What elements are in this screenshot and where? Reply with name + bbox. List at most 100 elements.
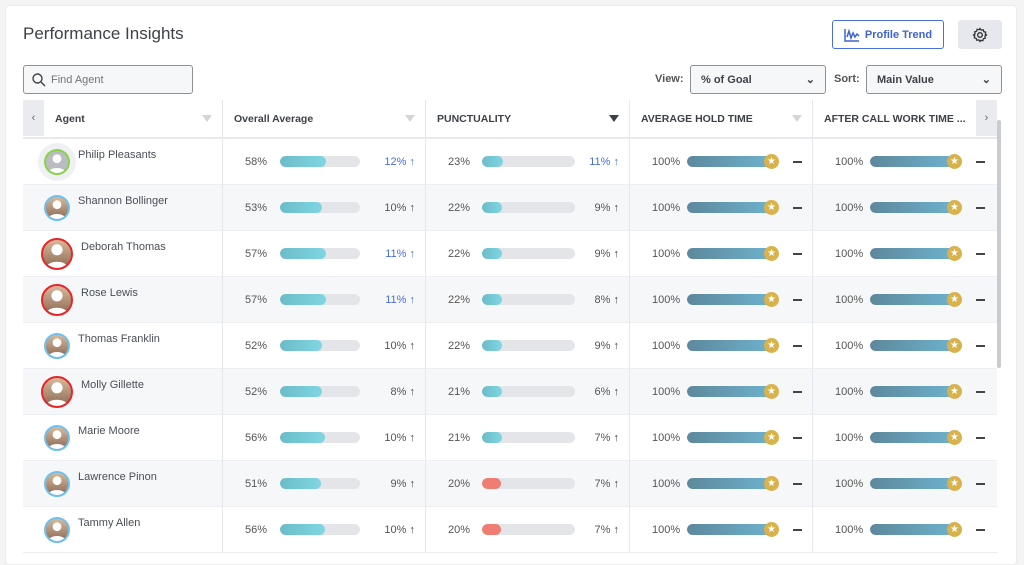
overall-value: 53% bbox=[245, 201, 268, 214]
hold-progress-bar bbox=[687, 524, 775, 535]
arrow-up-icon: ↑ bbox=[409, 201, 416, 214]
agent-cell[interactable]: Deborah Thomas bbox=[23, 231, 223, 276]
scroll-left-button[interactable]: ‹ bbox=[23, 100, 44, 136]
acw-progress-bar bbox=[870, 432, 958, 443]
table-row[interactable]: Rose Lewis 57% 11% ↑ 22% 8% ↑ 100% ★ 100… bbox=[23, 277, 997, 323]
table-row[interactable]: Deborah Thomas 57% 11% ↑ 22% 9% ↑ 100% ★… bbox=[23, 231, 997, 277]
person-icon bbox=[48, 337, 66, 357]
star-icon: ★ bbox=[947, 200, 962, 215]
view-label: View: bbox=[655, 73, 684, 85]
overall-progress-bar bbox=[280, 156, 360, 167]
punctuality-cell: 20% 7% ↑ bbox=[426, 507, 630, 552]
agent-name: Deborah Thomas bbox=[81, 240, 166, 253]
arrow-up-icon: ↑ bbox=[613, 247, 620, 260]
sort-triangle-icon[interactable] bbox=[609, 115, 619, 122]
agent-cell[interactable]: Tammy Allen bbox=[23, 507, 223, 552]
punctuality-progress-fill bbox=[482, 432, 502, 443]
punctuality-value: 22% bbox=[448, 247, 471, 260]
arrow-up-icon: ↑ bbox=[613, 339, 620, 352]
hold-progress-fill bbox=[687, 248, 775, 259]
no-change-dash bbox=[976, 160, 985, 163]
table-row[interactable]: Philip Pleasants 58% 12% ↑ 23% 11% ↑ 100… bbox=[23, 139, 997, 185]
person-icon bbox=[48, 429, 66, 449]
agent-cell[interactable]: Thomas Franklin bbox=[23, 323, 223, 368]
hold-value: 100% bbox=[652, 431, 681, 444]
overall-change: 10% ↑ bbox=[384, 340, 415, 352]
column-header-after-call-work-time[interactable]: AFTER CALL WORK TIME ... bbox=[813, 100, 997, 137]
sort-triangle-icon[interactable] bbox=[405, 115, 415, 122]
star-icon: ★ bbox=[947, 246, 962, 261]
arrow-up-icon: ↑ bbox=[409, 293, 416, 306]
overall-progress-bar bbox=[280, 524, 360, 535]
avatar bbox=[44, 148, 70, 175]
table-row[interactable]: Marie Moore 56% 10% ↑ 21% 7% ↑ 100% ★ 10… bbox=[23, 415, 997, 461]
agent-name: Thomas Franklin bbox=[78, 332, 160, 345]
no-change-dash bbox=[793, 344, 802, 347]
no-change-dash bbox=[976, 344, 985, 347]
punctuality-cell: 21% 6% ↑ bbox=[426, 369, 630, 414]
agent-name: Lawrence Pinon bbox=[78, 470, 157, 483]
arrow-up-icon: ↑ bbox=[613, 523, 620, 536]
person-icon bbox=[48, 475, 66, 495]
punctuality-change-value: 6% bbox=[594, 385, 611, 398]
sort-triangle-icon[interactable] bbox=[792, 115, 802, 122]
star-icon: ★ bbox=[947, 522, 962, 537]
agent-name: Molly Gillette bbox=[81, 378, 144, 391]
arrow-up-icon: ↑ bbox=[409, 247, 416, 260]
view-select[interactable]: % of Goal ⌄ bbox=[690, 65, 826, 94]
punctuality-value: 21% bbox=[448, 431, 471, 444]
settings-button[interactable] bbox=[958, 20, 1002, 49]
find-agent-search[interactable] bbox=[23, 65, 193, 94]
hold-progress-fill bbox=[687, 202, 775, 213]
hold-value: 100% bbox=[652, 155, 681, 168]
no-change-dash bbox=[976, 252, 985, 255]
sort-select[interactable]: Main Value ⌄ bbox=[866, 65, 1002, 94]
column-header-overall-average[interactable]: Overall Average bbox=[223, 100, 426, 137]
arrow-up-icon: ↑ bbox=[409, 385, 416, 398]
overall-progress-fill bbox=[280, 294, 326, 305]
table-row[interactable]: Thomas Franklin 52% 10% ↑ 22% 9% ↑ 100% … bbox=[23, 323, 997, 369]
agent-cell[interactable]: Marie Moore bbox=[23, 415, 223, 460]
arrow-up-icon: ↑ bbox=[613, 431, 620, 444]
table-row[interactable]: Molly Gillette 52% 8% ↑ 21% 6% ↑ 100% ★ … bbox=[23, 369, 997, 415]
hold-value: 100% bbox=[652, 293, 681, 306]
overall-value: 56% bbox=[245, 523, 268, 536]
punctuality-progress-bar bbox=[482, 524, 575, 535]
average-hold-time-cell: 100% ★ bbox=[630, 277, 813, 322]
sort-label: Sort: bbox=[834, 73, 860, 85]
arrow-up-icon: ↑ bbox=[613, 201, 620, 214]
agent-cell[interactable]: Molly Gillette bbox=[23, 369, 223, 414]
punctuality-progress-bar bbox=[482, 386, 575, 397]
table-row[interactable]: Lawrence Pinon 51% 9% ↑ 20% 7% ↑ 100% ★ … bbox=[23, 461, 997, 507]
overall-change: 10% ↑ bbox=[384, 524, 415, 536]
vertical-scrollbar[interactable] bbox=[997, 120, 1001, 368]
no-change-dash bbox=[793, 160, 802, 163]
column-header-agent[interactable]: Agent bbox=[23, 100, 223, 137]
agent-cell[interactable]: Rose Lewis bbox=[23, 277, 223, 322]
punctuality-change-value: 9% bbox=[594, 201, 611, 214]
punctuality-value: 22% bbox=[448, 339, 471, 352]
hold-progress-bar bbox=[687, 340, 775, 351]
acw-progress-bar bbox=[870, 156, 958, 167]
column-header-punctuality[interactable]: PUNCTUALITY bbox=[426, 100, 630, 137]
hold-progress-fill bbox=[687, 524, 775, 535]
view-value: % of Goal bbox=[701, 73, 752, 86]
overall-value: 57% bbox=[245, 247, 268, 260]
overall-average-cell: 52% 8% ↑ bbox=[223, 369, 426, 414]
punctuality-value: 21% bbox=[448, 385, 471, 398]
agent-cell[interactable]: Shannon Bollinger bbox=[23, 185, 223, 230]
scroll-right-button[interactable]: › bbox=[976, 100, 997, 136]
acw-value: 100% bbox=[835, 477, 864, 490]
agent-cell[interactable]: Philip Pleasants bbox=[23, 139, 223, 184]
star-icon: ★ bbox=[764, 200, 779, 215]
search-input[interactable] bbox=[51, 73, 181, 86]
acw-value: 100% bbox=[835, 339, 864, 352]
table-row[interactable]: Shannon Bollinger 53% 10% ↑ 22% 9% ↑ 100… bbox=[23, 185, 997, 231]
avatar bbox=[44, 470, 70, 497]
table-row[interactable]: Tammy Allen 56% 10% ↑ 20% 7% ↑ 100% ★ 10… bbox=[23, 507, 997, 553]
profile-trend-button[interactable]: Profile Trend bbox=[832, 20, 944, 49]
punctuality-change-value: 8% bbox=[594, 293, 611, 306]
column-header-average-hold-time[interactable]: AVERAGE HOLD TIME bbox=[630, 100, 813, 137]
sort-triangle-icon[interactable] bbox=[202, 115, 212, 122]
agent-cell[interactable]: Lawrence Pinon bbox=[23, 461, 223, 506]
